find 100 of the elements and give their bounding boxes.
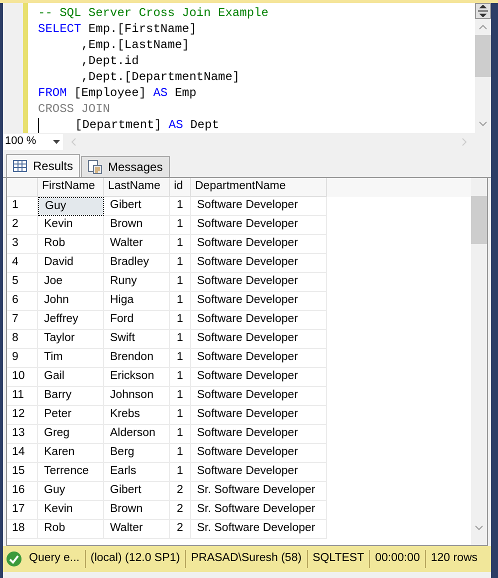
table-cell[interactable]: Peter xyxy=(38,406,104,425)
table-cell[interactable]: 1 xyxy=(170,406,191,425)
table-cell[interactable]: Software Developer xyxy=(191,292,327,311)
table-cell[interactable]: Tim xyxy=(38,349,104,368)
column-header[interactable]: DepartmentName xyxy=(191,178,327,197)
table-cell[interactable]: John xyxy=(38,292,104,311)
table-cell[interactable]: Jeffrey xyxy=(38,311,104,330)
zoom-dropdown[interactable]: 100 % xyxy=(3,134,63,150)
split-handle[interactable] xyxy=(475,3,491,19)
table-cell[interactable]: Software Developer xyxy=(191,197,327,216)
row-number[interactable]: 3 xyxy=(7,235,38,254)
row-number[interactable]: 14 xyxy=(7,444,38,463)
table-cell[interactable]: Software Developer xyxy=(191,311,327,330)
table-cell[interactable]: 1 xyxy=(170,387,191,406)
table-cell[interactable]: 1 xyxy=(170,349,191,368)
table-cell[interactable]: 1 xyxy=(170,197,191,216)
row-number[interactable]: 6 xyxy=(7,292,38,311)
table-cell[interactable]: 2 xyxy=(170,501,191,520)
row-number[interactable]: 18 xyxy=(7,520,38,539)
row-number[interactable]: 9 xyxy=(7,349,38,368)
table-cell[interactable]: Terrence xyxy=(38,463,104,482)
table-cell[interactable]: Software Developer xyxy=(191,330,327,349)
table-cell[interactable]: Greg xyxy=(38,425,104,444)
table-cell[interactable]: Software Developer xyxy=(191,425,327,444)
table-cell[interactable]: Sr. Software Developer xyxy=(191,520,327,539)
table-cell[interactable]: Guy xyxy=(38,482,104,501)
column-header[interactable]: id xyxy=(170,178,191,197)
row-number[interactable]: 15 xyxy=(7,463,38,482)
table-cell[interactable]: Ford xyxy=(104,311,170,330)
row-number[interactable]: 8 xyxy=(7,330,38,349)
table-cell[interactable]: Barry xyxy=(38,387,104,406)
table-cell[interactable]: Software Developer xyxy=(191,254,327,273)
table-cell[interactable]: Higa xyxy=(104,292,170,311)
table-cell[interactable]: Guy xyxy=(38,197,104,216)
status-text: 00:00:00 xyxy=(369,550,425,568)
row-number[interactable]: 4 xyxy=(7,254,38,273)
table-cell[interactable]: 1 xyxy=(170,330,191,349)
table-cell[interactable]: Berg xyxy=(104,444,170,463)
row-number[interactable]: 12 xyxy=(7,406,38,425)
table-cell[interactable]: 1 xyxy=(170,254,191,273)
table-cell[interactable]: Brendon xyxy=(104,349,170,368)
table-cell[interactable]: 1 xyxy=(170,425,191,444)
table-cell[interactable]: Software Developer xyxy=(191,387,327,406)
table-cell[interactable]: Earls xyxy=(104,463,170,482)
table-cell[interactable]: Alderson xyxy=(104,425,170,444)
row-number[interactable]: 5 xyxy=(7,273,38,292)
row-number[interactable]: 16 xyxy=(7,482,38,501)
table-cell[interactable]: Johnson xyxy=(104,387,170,406)
row-number[interactable]: 2 xyxy=(7,216,38,235)
table-cell[interactable]: Rob xyxy=(38,235,104,254)
table-cell[interactable]: Kevin xyxy=(38,501,104,520)
table-cell[interactable]: 1 xyxy=(170,273,191,292)
table-cell[interactable]: Krebs xyxy=(104,406,170,425)
results-tab[interactable]: Results xyxy=(6,154,80,177)
table-cell[interactable]: Taylor xyxy=(38,330,104,349)
table-cell[interactable]: 1 xyxy=(170,444,191,463)
table-cell[interactable]: Walter xyxy=(104,235,170,254)
table-cell[interactable]: Software Developer xyxy=(191,463,327,482)
scrollbar-thumb[interactable] xyxy=(471,196,487,244)
row-number[interactable]: 11 xyxy=(7,387,38,406)
table-cell[interactable]: Erickson xyxy=(104,368,170,387)
table-cell[interactable]: Swift xyxy=(104,330,170,349)
scrollbar-thumb[interactable] xyxy=(475,35,491,77)
row-number[interactable]: 17 xyxy=(7,501,38,520)
table-cell[interactable]: Joe xyxy=(38,273,104,292)
table-cell[interactable]: Software Developer xyxy=(191,216,327,235)
table-cell[interactable]: Runy xyxy=(104,273,170,292)
table-cell[interactable]: 1 xyxy=(170,368,191,387)
table-cell[interactable]: Kevin xyxy=(38,216,104,235)
table-cell[interactable]: Sr. Software Developer xyxy=(191,482,327,501)
table-cell[interactable]: Software Developer xyxy=(191,235,327,254)
table-cell[interactable]: 1 xyxy=(170,311,191,330)
table-cell[interactable]: 1 xyxy=(170,292,191,311)
table-cell[interactable]: Karen xyxy=(38,444,104,463)
table-cell[interactable]: David xyxy=(38,254,104,273)
table-cell[interactable]: Brown xyxy=(104,501,170,520)
table-cell[interactable]: 1 xyxy=(170,235,191,254)
row-number[interactable]: 7 xyxy=(7,311,38,330)
results-tab[interactable]: Messages xyxy=(81,156,170,177)
table-cell[interactable]: 2 xyxy=(170,482,191,501)
column-header[interactable]: LastName xyxy=(104,178,170,197)
table-cell[interactable]: 1 xyxy=(170,463,191,482)
splitter-icon xyxy=(478,5,488,17)
table-cell[interactable]: Sr. Software Developer xyxy=(191,501,327,520)
row-number[interactable]: 13 xyxy=(7,425,38,444)
table-cell[interactable]: 1 xyxy=(170,216,191,235)
table-cell[interactable]: Software Developer xyxy=(191,444,327,463)
table-cell[interactable]: Gail xyxy=(38,368,104,387)
table-cell[interactable]: Brown xyxy=(104,216,170,235)
row-number[interactable]: 10 xyxy=(7,368,38,387)
table-cell[interactable]: Gibert xyxy=(104,482,170,501)
table-cell[interactable]: Rob xyxy=(38,520,104,539)
table-cell[interactable]: Gibert xyxy=(104,197,170,216)
table-cell[interactable]: Bradley xyxy=(104,254,170,273)
table-cell[interactable]: Walter xyxy=(104,520,170,539)
table-cell[interactable]: Software Developer xyxy=(191,349,327,368)
table-cell[interactable]: 2 xyxy=(170,520,191,539)
table-cell[interactable]: Software Developer xyxy=(191,406,327,425)
table-cell[interactable]: Software Developer xyxy=(191,273,327,292)
table-cell[interactable]: Software Developer xyxy=(191,368,327,387)
